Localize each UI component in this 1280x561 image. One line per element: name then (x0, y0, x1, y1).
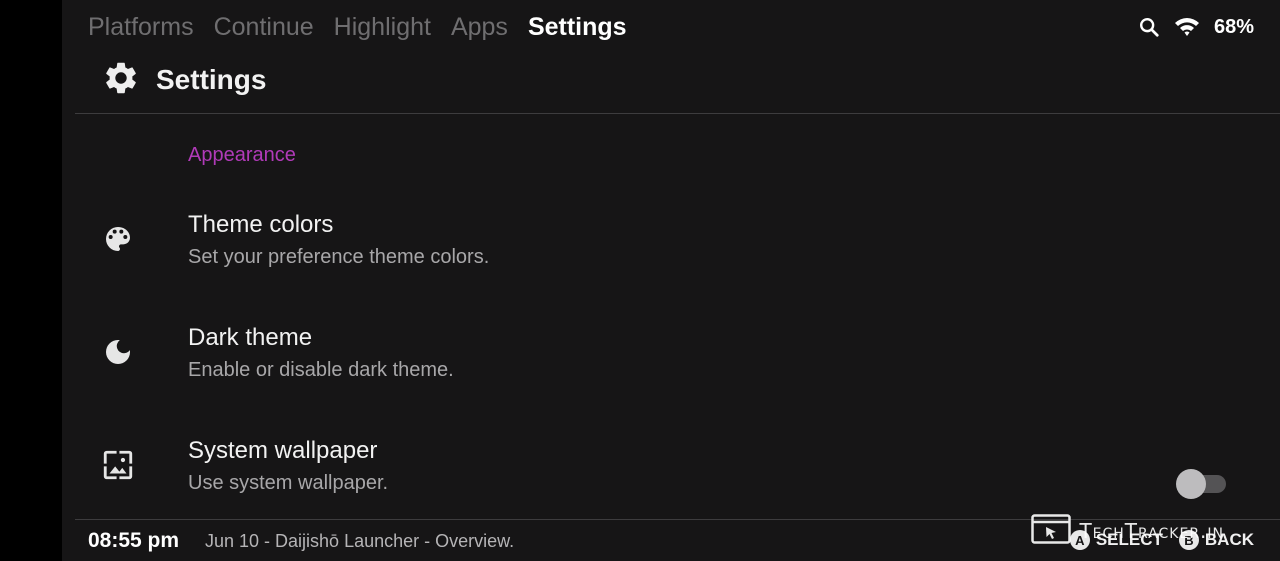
launcher-app: Platforms Continue Highlight Apps Settin… (62, 0, 1280, 561)
status-bar: 68% (1138, 12, 1254, 42)
back-hint[interactable]: B BACK (1178, 530, 1254, 550)
tab-continue[interactable]: Continue (214, 13, 314, 42)
tab-apps[interactable]: Apps (451, 13, 508, 42)
setting-title: Theme colors (188, 211, 334, 238)
setting-subtitle: Enable or disable dark theme. (188, 359, 454, 381)
top-tabs: Platforms Continue Highlight Apps Settin… (88, 10, 627, 44)
hint-label: SELECT (1095, 530, 1163, 549)
b-button-icon: B (1178, 530, 1199, 550)
wallpaper-icon (101, 448, 135, 482)
tab-highlight[interactable]: Highlight (334, 13, 431, 42)
header-divider (75, 113, 1280, 114)
setting-dark-theme[interactable]: Dark theme Enable or disable dark theme. (75, 309, 1280, 409)
setting-theme-colors[interactable]: Theme colors Set your preference theme c… (75, 196, 1280, 296)
select-hint[interactable]: A SELECT (1069, 530, 1163, 550)
a-button-icon: A (1069, 530, 1090, 550)
page-title: Settings (156, 64, 267, 95)
news-ticker: Jun 10 - Daijishō Launcher - Overview. (205, 531, 515, 551)
wifi-icon (1174, 16, 1200, 38)
footer-divider (75, 519, 1280, 520)
search-icon[interactable] (1138, 16, 1160, 38)
setting-subtitle: Use system wallpaper. (188, 472, 389, 494)
setting-system-wallpaper[interactable]: System wallpaper Use system wallpaper. (75, 422, 1280, 522)
setting-title: Dark theme (188, 324, 313, 351)
tab-platforms[interactable]: Platforms (88, 13, 194, 42)
setting-subtitle: Set your preference theme colors. (188, 246, 490, 268)
setting-title: System wallpaper (188, 437, 378, 464)
wallpaper-toggle[interactable] (1176, 467, 1226, 499)
page-header: Settings (102, 58, 266, 102)
moon-icon (101, 335, 135, 369)
tab-settings[interactable]: Settings (528, 13, 627, 42)
hint-label: BACK (1204, 530, 1254, 549)
gear-icon (102, 59, 140, 102)
clock: 08:55 pm (88, 529, 180, 552)
palette-icon (101, 222, 135, 256)
toggle-thumb (1176, 469, 1206, 499)
battery-percent: 68% (1213, 15, 1254, 38)
section-label-appearance: Appearance (188, 144, 296, 166)
left-black-bar (0, 0, 62, 561)
button-hints: A SELECT B BACK (1069, 530, 1254, 550)
